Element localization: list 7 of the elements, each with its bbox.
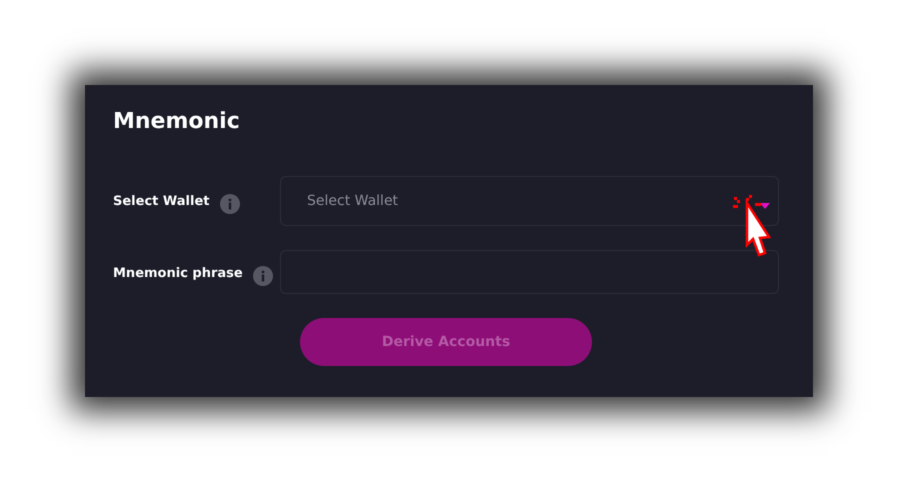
field-label: Mnemonic phrase xyxy=(113,266,243,280)
caret-icon xyxy=(760,203,770,209)
info-icon[interactable] xyxy=(252,266,273,286)
info-icon[interactable] xyxy=(220,194,240,214)
mnemonic-input[interactable] xyxy=(280,250,779,294)
panel-title: Mnemonic xyxy=(113,108,241,136)
field-label: Select Wallet xyxy=(113,194,210,208)
